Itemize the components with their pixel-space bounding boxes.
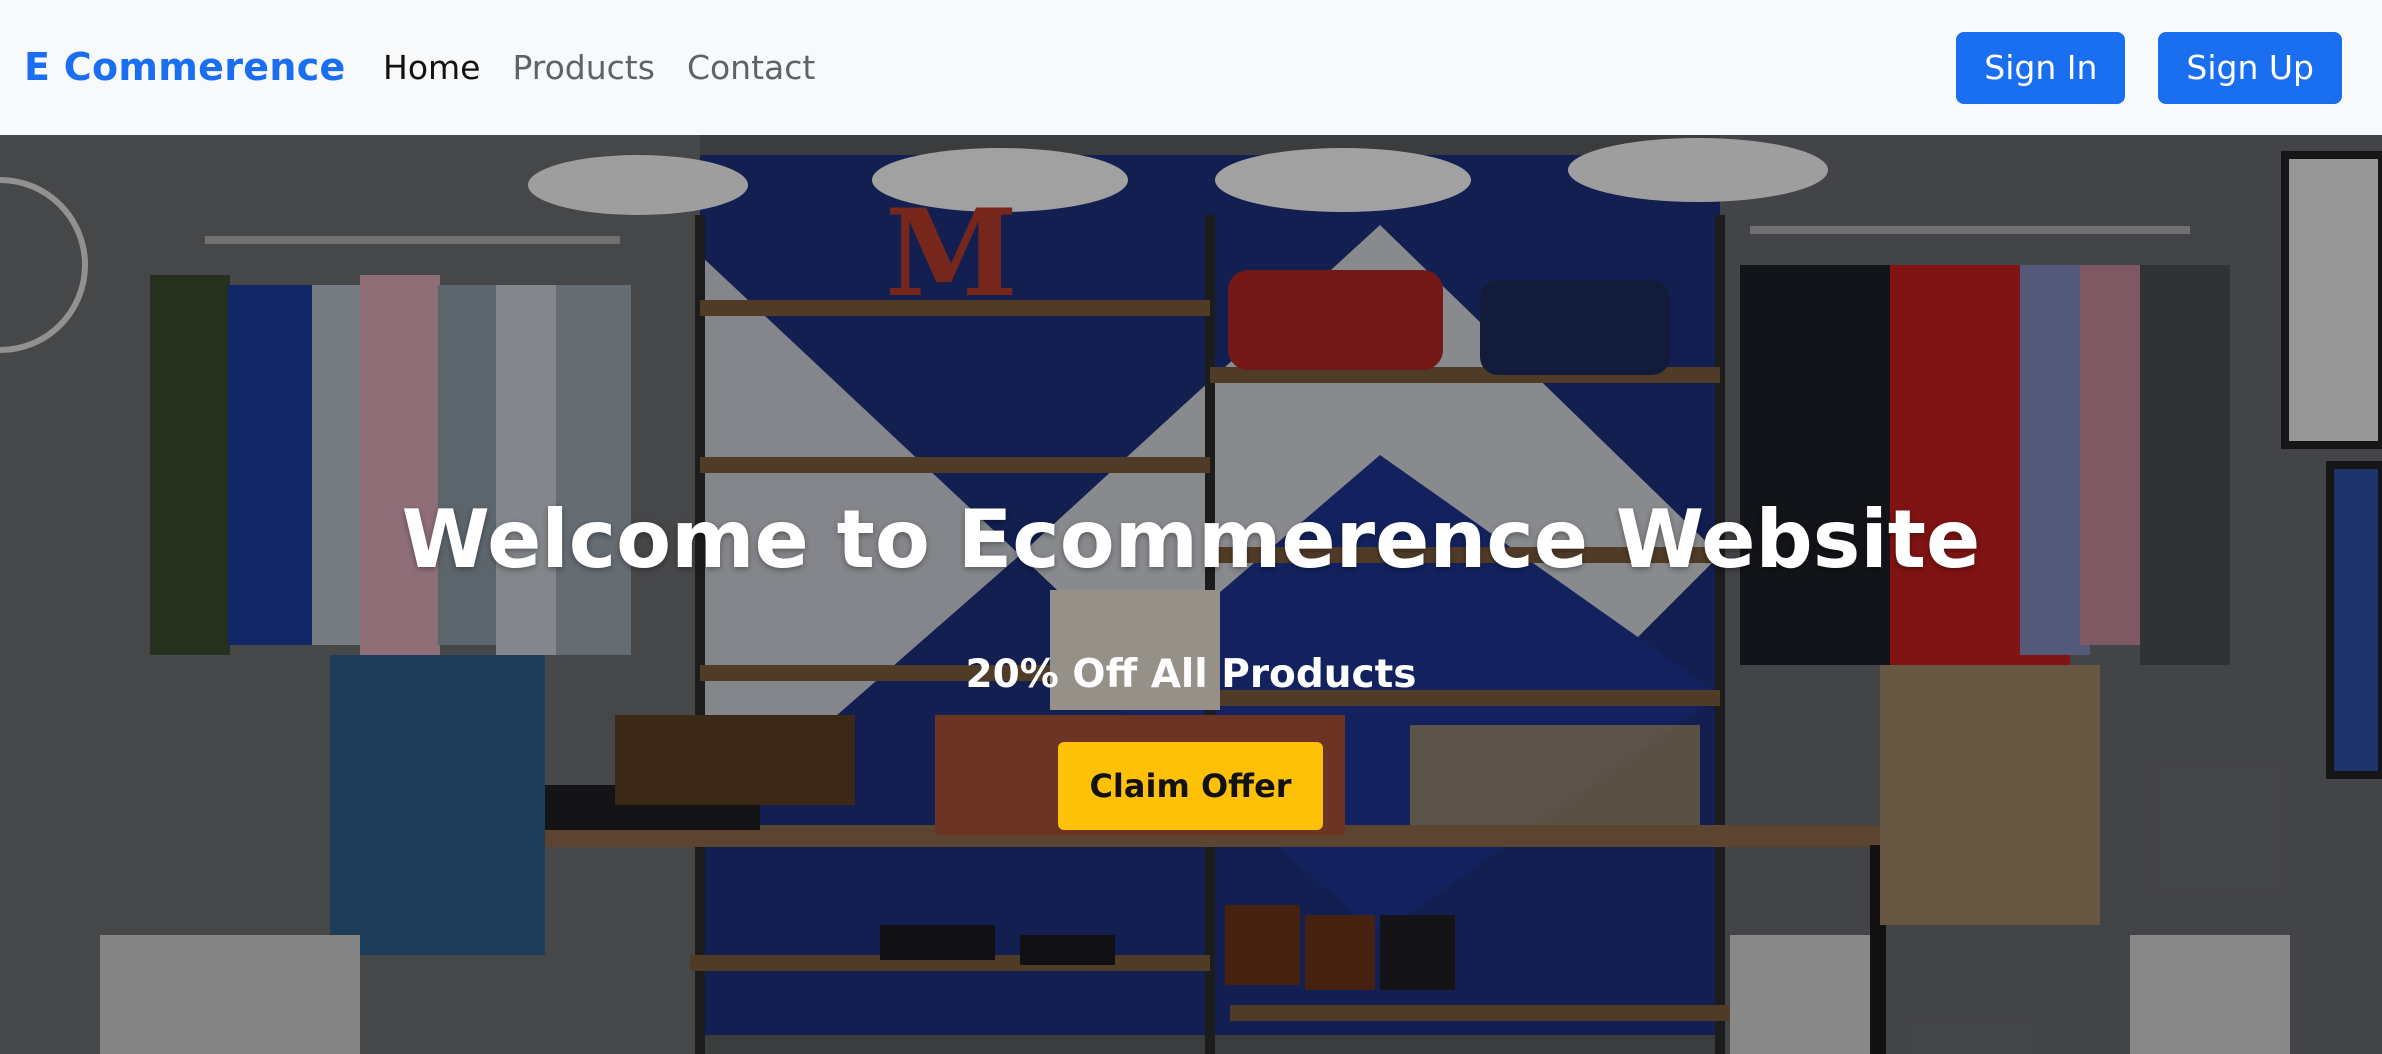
hero-overlay	[0, 135, 2382, 1054]
navbar: E Commerence Home Products Contact Sign …	[0, 0, 2382, 135]
nav-links: Home Products Contact	[383, 42, 815, 94]
claim-offer-button[interactable]: Claim Offer	[1058, 742, 1323, 830]
hero-subtitle: 20% Off All Products	[965, 652, 1417, 697]
nav-link-contact[interactable]: Contact	[687, 42, 815, 94]
sign-in-button[interactable]: Sign In	[1956, 32, 2126, 104]
sign-up-button[interactable]: Sign Up	[2158, 32, 2342, 104]
brand-logo[interactable]: E Commerence	[24, 40, 346, 94]
hero-section: M Welcome to Ecommerence Website 20% Off…	[0, 135, 2382, 1054]
nav-link-products[interactable]: Products	[512, 42, 655, 94]
nav-link-home[interactable]: Home	[383, 42, 480, 94]
hero-title: Welcome to Ecommerence Website	[401, 493, 1981, 586]
auth-buttons: Sign In Sign Up	[1956, 32, 2342, 104]
